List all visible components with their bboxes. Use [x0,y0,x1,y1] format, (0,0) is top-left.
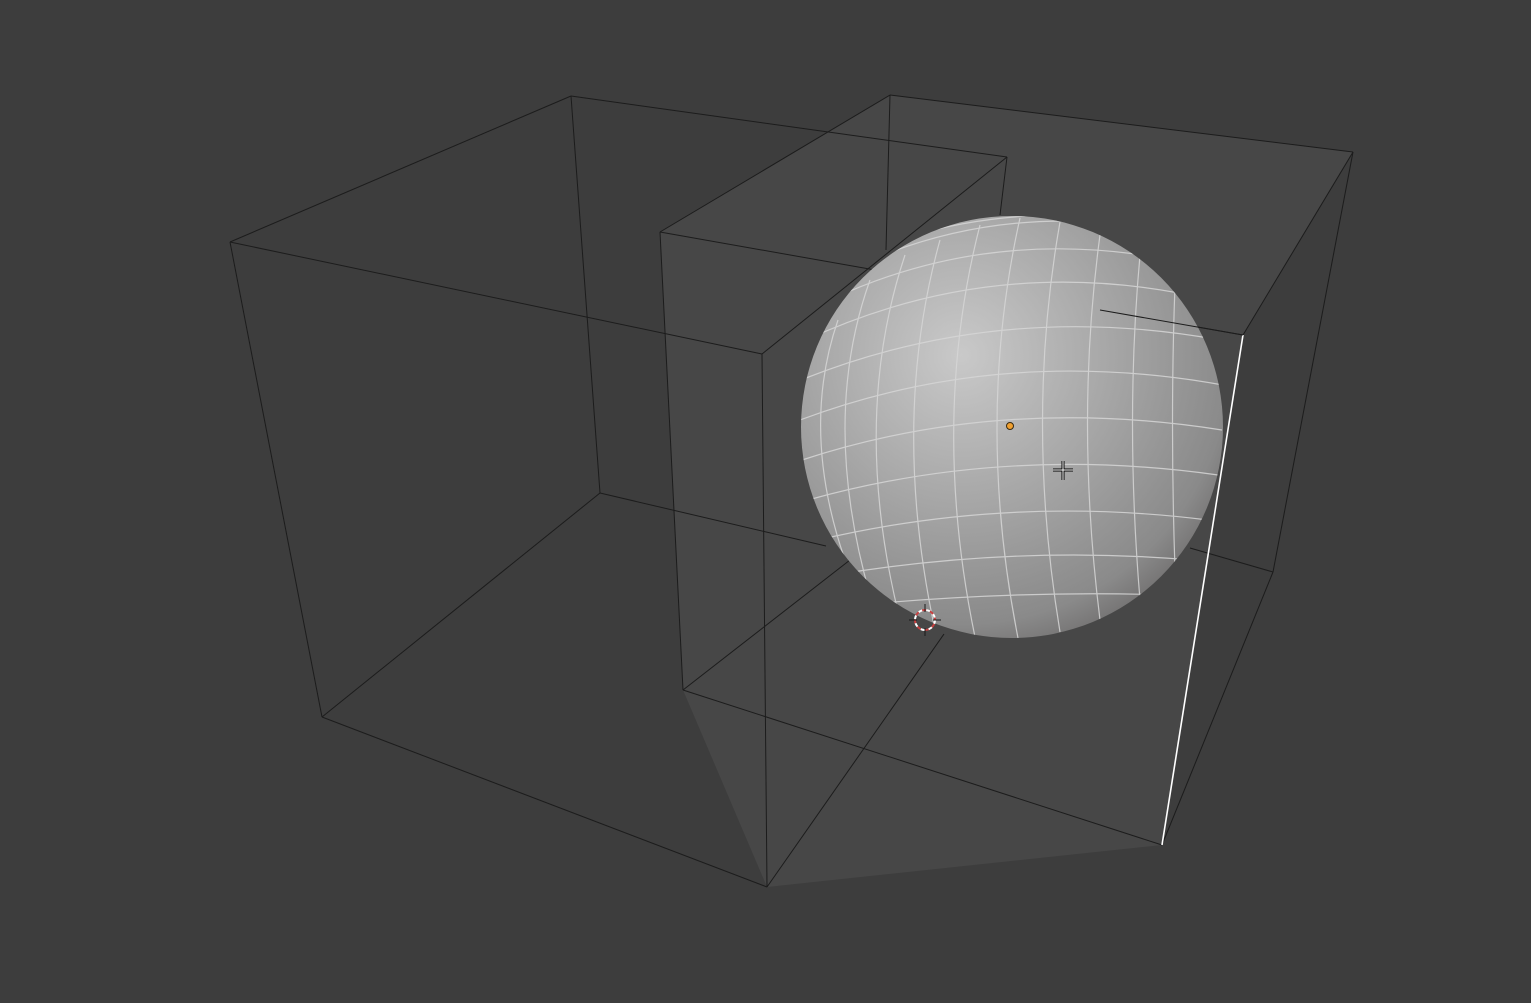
origin-point-icon [1006,422,1014,430]
3d-viewport[interactable] [0,0,1531,1003]
viewport-canvas[interactable] [0,0,1531,1003]
